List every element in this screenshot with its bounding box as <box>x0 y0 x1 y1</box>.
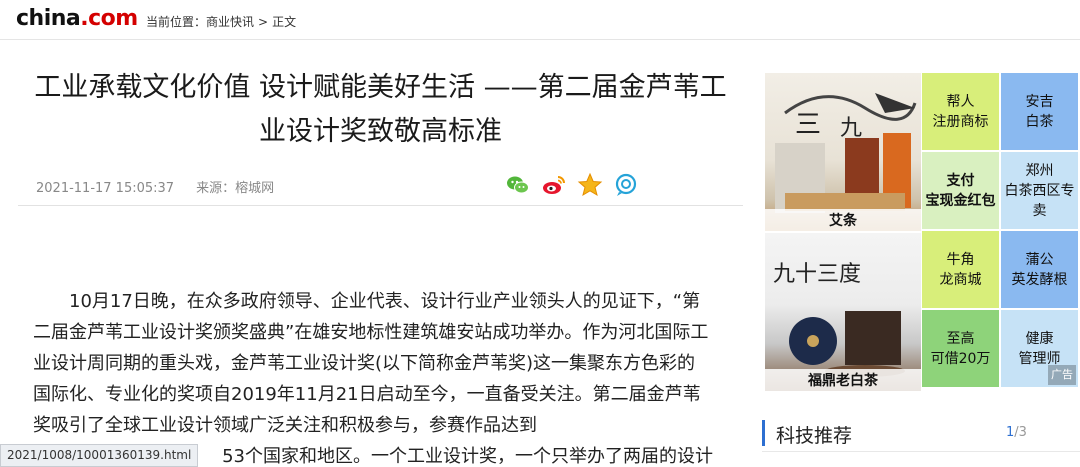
tile-line: 宝现金红包 <box>925 192 996 209</box>
pager[interactable]: 1/3 <box>1006 425 1027 440</box>
article-paragraph: 10月17日晚，在众多政府领导、企业代表、设计行业产业领头人的见证下，“第二届金… <box>33 291 709 436</box>
tile-line: 牛角 <box>946 251 975 268</box>
section-accent-bar <box>762 420 765 446</box>
breadcrumb: 当前位置：商业快讯 > 正文 <box>146 13 296 30</box>
ad-caption: 艾条 <box>765 209 921 231</box>
favorite-star-icon[interactable] <box>577 172 603 198</box>
ad-tile-trademark[interactable]: 帮人 注册商标 <box>922 73 999 150</box>
browser-status-bar: 2021/1008/10001360139.html <box>0 444 199 467</box>
ad-image-moxa[interactable]: 三 九 艾条 <box>765 73 921 231</box>
title-line-1: 工业承载文化价值 设计赋能美好生活 ——第二届金芦苇工 <box>34 72 727 103</box>
ad-tile-zhengzhou-tea[interactable]: 郑州 白茶西区专卖 <box>1001 152 1078 229</box>
breadcrumb-item-current: 正文 <box>272 15 297 29</box>
article-meta: 2021-11-17 15:05:37 来源：榕城网 <box>36 177 274 196</box>
image-ads-column: 三 九 艾条 九十三度 福鼎老白茶 <box>765 73 921 391</box>
article-source: 来源：榕城网 <box>196 181 275 196</box>
svg-text:九: 九 <box>840 116 862 141</box>
comment-icon[interactable] <box>613 172 639 198</box>
breadcrumb-item-news[interactable]: 商业快讯 <box>206 15 254 29</box>
tile-line: 郑州 <box>1025 162 1054 179</box>
tile-line: 英发酵根 <box>1011 271 1068 288</box>
status-url: 2021/1008/10001360139.html <box>7 448 192 462</box>
tile-line: 龙商城 <box>939 271 982 288</box>
share-bar <box>505 172 639 198</box>
top-navigation-bar: china.com 当前位置：商业快讯 > 正文 <box>0 0 1080 40</box>
ad-tile-health-manager[interactable]: 健康 管理师 广告 <box>1001 310 1078 387</box>
wechat-icon[interactable] <box>505 172 531 198</box>
site-logo[interactable]: china.com <box>16 6 138 31</box>
logo-text: china <box>16 6 81 31</box>
breadcrumb-separator: > <box>258 15 269 29</box>
tile-line: 白茶 <box>1025 113 1054 130</box>
weibo-icon[interactable] <box>541 172 567 198</box>
title-divider <box>18 205 743 206</box>
tile-line: 健康 <box>1025 330 1054 347</box>
ad-label: 广告 <box>1048 365 1076 385</box>
tile-line: 蒲公 <box>1025 251 1054 268</box>
breadcrumb-prefix: 当前位置： <box>146 15 207 29</box>
publish-datetime: 2021-11-17 15:05:37 <box>36 181 175 196</box>
article-body: 10月17日晚，在众多政府领导、企业代表、设计行业产业领头人的见证下，“第二届金… <box>33 286 713 467</box>
tile-line: 白茶西区专卖 <box>1004 182 1075 219</box>
svg-text:三: 三 <box>795 110 821 140</box>
section-title: 科技推荐 <box>776 425 853 447</box>
ad-illustration-tea: 九十三度 <box>773 262 905 377</box>
ad-tile-dandelion[interactable]: 蒲公 英发酵根 <box>1001 231 1078 308</box>
tile-line: 可借20万 <box>930 350 991 367</box>
tile-line: 帮人 <box>946 93 975 110</box>
ad-overlay-text: 九十三度 <box>773 262 861 287</box>
tile-line: 至高 <box>946 330 975 347</box>
ad-tile-anji-tea[interactable]: 安吉 白茶 <box>1001 73 1078 150</box>
ad-tile-alipay[interactable]: 支付 宝现金红包 <box>922 152 999 229</box>
tech-recommend-header: 科技推荐 1/3 <box>762 416 1080 452</box>
pager-total: 3 <box>1018 425 1027 440</box>
text-ads-grid: 帮人注册商标 安吉白茶 支付宝现金红包 郑州白茶西区专卖 牛角龙商城 蒲公英发酵… <box>922 73 1078 391</box>
tile-line: 安吉 <box>1025 93 1054 110</box>
article-title: 工业承载文化价值 设计赋能美好生活 ——第二届金芦苇工 业设计奖致敬高标准 <box>18 66 743 154</box>
logo-domain: .com <box>80 6 138 31</box>
ad-illustration-moxa: 三 九 <box>775 93 917 213</box>
ad-tile-loan[interactable]: 至高可借20万 <box>922 310 999 387</box>
ad-caption: 福鼎老白茶 <box>765 369 921 391</box>
ad-tile-niujiao-mall[interactable]: 牛角 龙商城 <box>922 231 999 308</box>
title-line-2: 业设计奖致敬高标准 <box>259 116 502 147</box>
ad-image-white-tea[interactable]: 九十三度 福鼎老白茶 <box>765 233 921 391</box>
tile-line: 支付 <box>946 172 975 189</box>
tile-line: 注册商标 <box>932 113 989 130</box>
